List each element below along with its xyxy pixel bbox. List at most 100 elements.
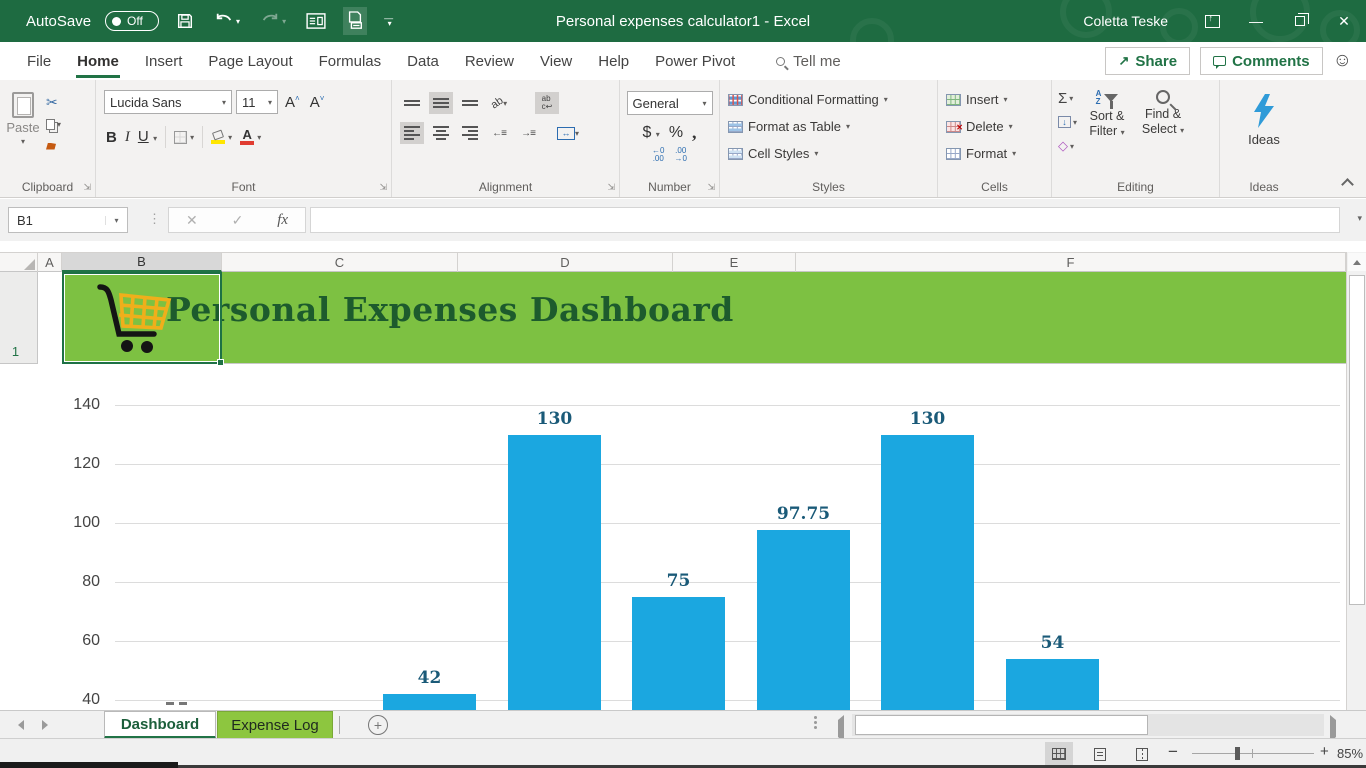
clear-button[interactable]: ◇▾ [1058,136,1077,156]
share-button[interactable]: ↗ Share [1105,47,1190,75]
chart-bar[interactable] [881,435,974,711]
decrease-decimal-button[interactable]: .00 →0 [675,147,687,163]
grow-font-button[interactable]: A˄ [282,94,303,111]
align-center-button[interactable] [429,122,453,144]
redo-button-disabled[interactable]: ▾ [257,7,289,35]
print-preview-button[interactable] [343,7,367,35]
column-header-d[interactable]: D [458,253,673,272]
customize-qat-button[interactable]: —▾ [381,7,396,35]
restore-button[interactable] [1278,0,1322,42]
select-all-corner[interactable] [0,253,38,272]
chart-bar[interactable] [508,435,601,711]
row-header-1[interactable]: 1 [0,272,38,364]
number-dialog-launcher[interactable]: ⇲ [707,182,715,193]
accounting-format-button[interactable]: $ ▾ [642,124,659,142]
ideas-button[interactable]: Ideas [1248,86,1280,147]
zoom-slider-track[interactable] [1192,753,1314,754]
tab-review[interactable]: Review [452,42,527,80]
bold-button[interactable]: B [106,129,117,146]
scrollbar-resize-handle[interactable] [814,716,817,729]
zoom-slider-thumb[interactable] [1235,747,1240,760]
name-box-caret[interactable]: ▾ [105,216,127,225]
autosave-toggle[interactable]: Off [105,11,159,31]
normal-view-button[interactable] [1045,742,1073,766]
font-size-combo[interactable]: 11▾ [236,90,278,114]
merge-center-button[interactable]: ↔▾ [552,122,584,144]
font-color-button[interactable]: A▾ [240,129,261,145]
comma-style-button[interactable]: , [692,122,697,143]
minimize-button[interactable]: — [1234,0,1278,42]
format-as-table-button[interactable]: Format as Table▾ [728,113,937,140]
cut-button[interactable]: ✂ [46,94,61,110]
tab-view[interactable]: View [527,42,585,80]
selected-cell-b1[interactable] [62,272,222,364]
collapse-ribbon-button[interactable] [1341,178,1354,191]
tab-formulas[interactable]: Formulas [306,42,395,80]
tab-help[interactable]: Help [585,42,642,80]
formula-bar-drag-handle[interactable]: ⋮ [148,211,161,227]
page-break-preview-button[interactable] [1128,742,1156,766]
column-header-e[interactable]: E [673,253,796,272]
tab-page-layout[interactable]: Page Layout [195,42,305,80]
increase-decimal-button[interactable]: ←0 .00 [652,147,664,163]
formula-input[interactable] [310,207,1340,233]
zoom-out-button[interactable]: − [1168,742,1178,762]
tab-data[interactable]: Data [394,42,452,80]
shrink-font-button[interactable]: A˅ [307,94,328,111]
underline-button[interactable]: U ▾ [138,128,157,146]
clipboard-dialog-launcher[interactable]: ⇲ [83,182,91,193]
chart-bar[interactable] [1006,659,1099,710]
chart-bar[interactable] [632,597,725,710]
tab-power-pivot[interactable]: Power Pivot [642,42,748,80]
alignment-dialog-launcher[interactable]: ⇲ [607,182,615,193]
ribbon-display-options-button[interactable] [1190,0,1234,42]
insert-function-button[interactable]: fx [277,212,288,229]
format-painter-button[interactable] [46,138,61,154]
user-name[interactable]: Coletta Teske [1083,13,1168,29]
feedback-smiley-icon[interactable]: ☺ [1333,50,1352,72]
increase-indent-button[interactable]: →≡ [516,122,540,144]
chart-bar[interactable] [383,694,476,710]
scroll-left-button[interactable] [838,720,844,738]
column-header-c[interactable]: C [222,253,458,272]
bottom-align-button[interactable] [458,92,482,114]
page-layout-view-button[interactable] [1086,742,1114,766]
fill-handle[interactable] [217,359,224,366]
quick-access-table-button[interactable] [303,7,329,35]
align-left-button[interactable] [400,122,424,144]
sheet-tab-dashboard[interactable]: Dashboard [104,711,216,739]
tab-home[interactable]: Home [64,42,132,80]
column-header-f[interactable]: F [796,253,1346,272]
cell-styles-button[interactable]: Cell Styles▾ [728,140,937,167]
enter-button[interactable]: ✓ [232,212,244,229]
vertical-scrollbar[interactable] [1346,252,1366,710]
autosum-button[interactable]: Σ▾ [1058,88,1077,108]
vertical-scroll-thumb[interactable] [1349,275,1365,605]
fill-button[interactable]: ↓▾ [1058,112,1077,132]
undo-dropdown-caret[interactable]: ▾ [236,17,240,26]
close-button[interactable]: ✕ [1322,0,1366,42]
sheet-nav-next-button[interactable] [42,720,48,730]
middle-align-button[interactable] [429,92,453,114]
orientation-button[interactable]: ab▾ [487,92,511,114]
borders-button[interactable]: ▾ [174,131,194,144]
name-box[interactable]: B1 ▾ [8,207,128,233]
percent-style-button[interactable]: % [669,124,683,142]
format-cells-button[interactable]: Format▾ [946,140,1051,167]
sheet-tab-expense-log[interactable]: Expense Log [217,711,333,739]
horizontal-scroll-thumb[interactable] [855,715,1148,735]
number-format-combo[interactable]: General▾ [627,91,713,115]
column-header-b-selected[interactable]: B [62,253,222,272]
italic-button[interactable]: I [125,129,130,146]
sheet-nav-previous-button[interactable] [18,720,24,730]
decrease-indent-button[interactable]: ←≡ [487,122,511,144]
font-dialog-launcher[interactable]: ⇲ [379,182,387,193]
copy-button[interactable]: ▾ [46,116,61,132]
expand-formula-bar-button[interactable]: ▾ [1357,213,1362,224]
chart-bar[interactable] [757,530,850,710]
scroll-right-button[interactable] [1330,720,1336,738]
delete-cells-button[interactable]: Delete▾ [946,113,1051,140]
fill-color-button[interactable]: ▾ [211,131,232,144]
new-sheet-button[interactable]: + [368,715,388,735]
conditional-formatting-button[interactable]: Conditional Formatting▾ [728,86,937,113]
